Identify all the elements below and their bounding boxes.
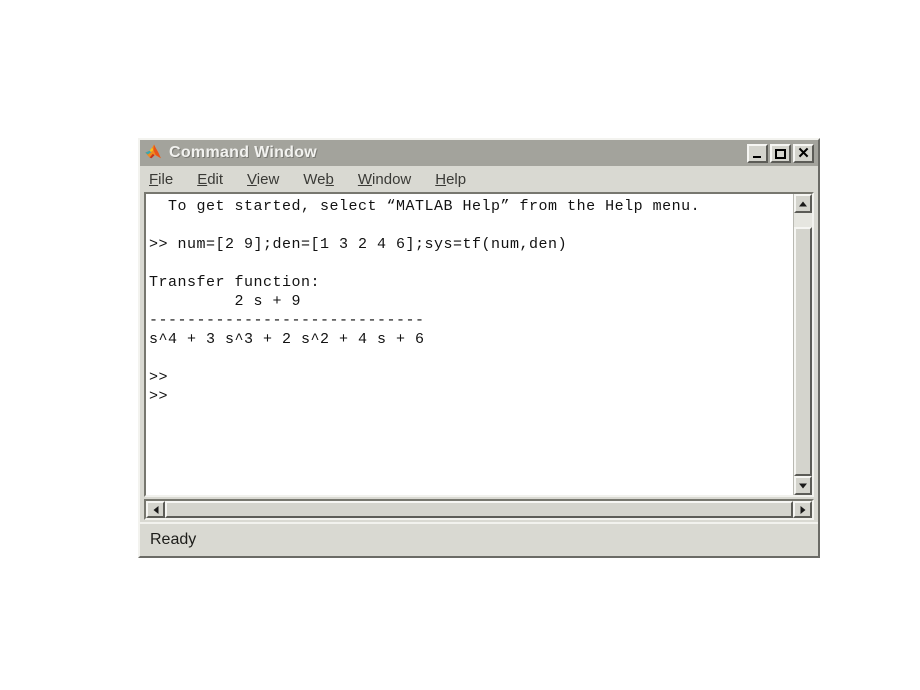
menu-item-view[interactable]: View: [247, 171, 279, 188]
vertical-scroll-thumb[interactable]: [794, 227, 812, 476]
status-bar: Ready: [140, 522, 818, 556]
status-text: Ready: [150, 531, 197, 548]
console-line: -----------------------------: [149, 312, 425, 329]
triangle-right-icon: [800, 505, 805, 514]
menu-bar: File Edit View Web Window Help: [140, 166, 818, 192]
menu-item-help[interactable]: Help: [435, 171, 466, 188]
console-line: s^4 + 3 s^3 + 2 s^2 + 4 s + 6: [149, 331, 425, 348]
console-output[interactable]: To get started, select “MATLAB Help” fro…: [146, 194, 793, 495]
console-line: >>: [149, 388, 169, 405]
console-pane[interactable]: To get started, select “MATLAB Help” fro…: [144, 192, 814, 497]
scroll-up-button[interactable]: [794, 194, 812, 213]
console-line: >> num=[2 9];den=[1 3 2 4 6];sys=tf(num,…: [149, 236, 568, 253]
scroll-right-button[interactable]: [793, 501, 812, 518]
horizontal-scroll-thumb[interactable]: [165, 501, 793, 518]
triangle-up-icon: [799, 201, 807, 206]
vertical-scroll-track-top[interactable]: [794, 213, 812, 227]
menu-item-web[interactable]: Web: [303, 171, 334, 188]
command-window[interactable]: Command Window ✕ File Edit View Web Window He…: [138, 138, 820, 558]
scroll-down-button[interactable]: [794, 476, 812, 495]
menu-item-window[interactable]: Window: [358, 171, 411, 188]
window-controls: ✕: [747, 143, 816, 163]
triangle-down-icon: [799, 483, 807, 488]
menu-item-file[interactable]: File: [149, 171, 173, 188]
triangle-left-icon: [153, 505, 158, 514]
matlab-membrane-logo-icon: [145, 144, 161, 159]
minimize-button[interactable]: [747, 143, 768, 163]
menu-item-edit[interactable]: Edit: [197, 171, 223, 188]
window-title: Command Window: [169, 144, 318, 161]
scroll-left-button[interactable]: [146, 501, 165, 518]
maximize-button[interactable]: [770, 143, 791, 163]
console-line: Transfer function:: [149, 274, 321, 291]
console-line: To get started, select “MATLAB Help” fro…: [149, 198, 701, 215]
console-line: 2 s + 9: [149, 293, 302, 310]
minimize-icon: [753, 155, 761, 158]
close-icon: ✕: [797, 144, 810, 162]
client-area: To get started, select “MATLAB Help” fro…: [140, 192, 818, 522]
vertical-scrollbar[interactable]: [793, 194, 812, 495]
close-button[interactable]: ✕: [793, 143, 814, 163]
title-bar[interactable]: Command Window ✕: [140, 140, 818, 166]
vertical-scroll-track[interactable]: [794, 213, 812, 476]
horizontal-scrollbar[interactable]: [144, 499, 814, 520]
console-line: >>: [149, 369, 169, 386]
maximize-icon: [775, 148, 786, 159]
